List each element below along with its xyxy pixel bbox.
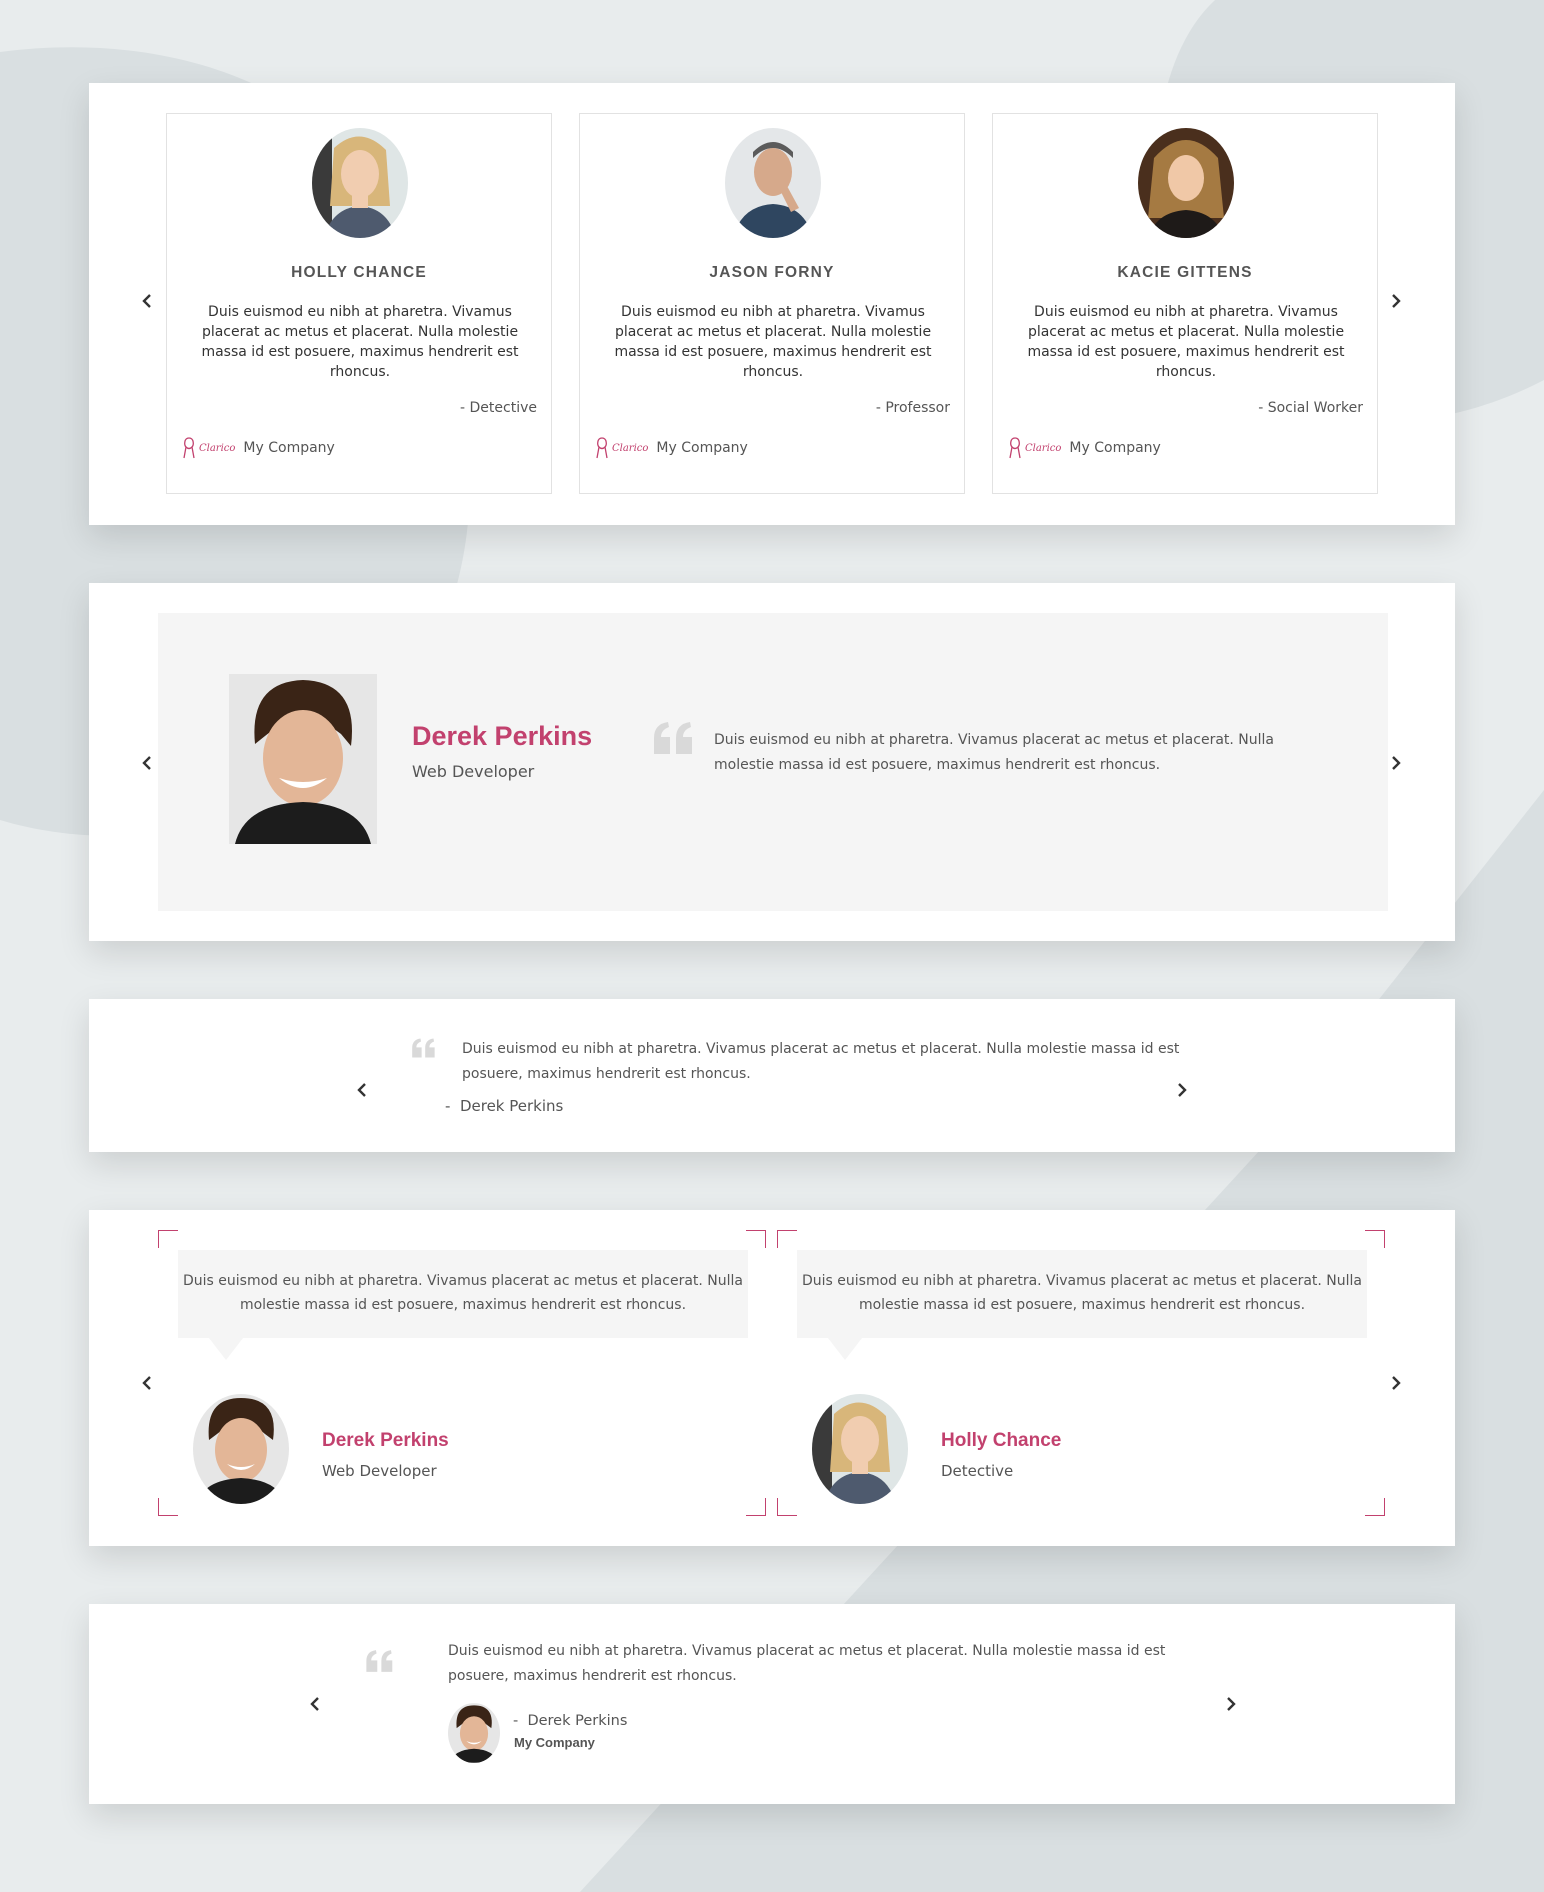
speech-bubble-tail <box>828 1338 862 1360</box>
compact-testimonial-carousel: Duis euismod eu nibh at pharetra. Vivamu… <box>89 1604 1455 1804</box>
testimonial-author: - Derek Perkins <box>445 1097 564 1115</box>
avatar <box>193 1394 289 1504</box>
company-line: Clarico My Company <box>181 436 335 460</box>
testimonial-text: Duis euismod eu nibh at pharetra. Vivamu… <box>714 732 1274 773</box>
carousel-prev-button[interactable] <box>135 1371 159 1395</box>
carousel-next-button[interactable] <box>1384 1371 1408 1395</box>
corner-decoration <box>1365 1498 1385 1516</box>
woman-icon <box>596 437 608 459</box>
company-line: Clarico My Company <box>1007 436 1161 460</box>
testimonial-card: KACIE GITTENS Duis euismod eu nibh at ph… <box>992 113 1378 494</box>
speech-bubble-tail <box>209 1338 243 1360</box>
bubble-testimonial: Duis euismod eu nibh at pharetra. Vivamu… <box>158 1230 766 1516</box>
avatar <box>1138 128 1234 238</box>
chevron-right-icon <box>1392 294 1401 308</box>
testimonial-card: JASON FORNY Duis euismod eu nibh at phar… <box>579 113 965 494</box>
bubble-testimonial-carousel: Duis euismod eu nibh at pharetra. Vivamu… <box>89 1210 1455 1546</box>
chevron-right-icon <box>1227 1697 1236 1711</box>
woman-icon <box>183 437 195 459</box>
company-logo: Clarico <box>1007 436 1061 460</box>
avatar <box>448 1703 500 1763</box>
quote-icon <box>652 720 696 760</box>
testimonial-name: HOLLY CHANCE <box>291 264 427 281</box>
corner-decoration <box>1365 1230 1385 1248</box>
simple-testimonial-carousel: Duis euismod eu nibh at pharetra. Vivamu… <box>89 999 1455 1152</box>
company-name: My Company <box>243 440 335 456</box>
testimonial-role: - Detective <box>460 400 537 416</box>
avatar <box>725 128 821 238</box>
testimonial-cards-carousel: HOLLY CHANCE Duis euismod eu nibh at pha… <box>89 83 1455 525</box>
corner-decoration <box>777 1498 797 1516</box>
testimonial-text: Duis euismod eu nibh at pharetra. Vivamu… <box>201 304 519 380</box>
featured-testimonial-carousel: Derek Perkins Web Developer Duis euismod… <box>89 583 1455 941</box>
company-line: Clarico My Company <box>594 436 748 460</box>
chevron-left-icon <box>142 1376 151 1390</box>
testimonial-text: Duis euismod eu nibh at pharetra. Vivamu… <box>448 1643 1166 1684</box>
testimonial-role: Detective <box>941 1462 1014 1480</box>
testimonial-role: - Professor <box>875 400 950 416</box>
testimonial-name: Holly Chance <box>941 1430 1062 1451</box>
company-name: My Company <box>1069 440 1161 456</box>
testimonial-author: - Derek Perkins <box>513 1713 628 1729</box>
carousel-next-button[interactable] <box>1384 289 1408 313</box>
carousel-prev-button[interactable] <box>303 1692 327 1716</box>
featured-testimonial: Derek Perkins Web Developer Duis euismod… <box>158 613 1388 911</box>
testimonial-role: - Social Worker <box>1258 400 1363 416</box>
avatar <box>229 674 377 844</box>
avatar <box>812 1394 908 1504</box>
chevron-left-icon <box>142 756 151 770</box>
testimonial-text: Duis euismod eu nibh at pharetra. Vivamu… <box>462 1041 1180 1082</box>
carousel-prev-button[interactable] <box>135 289 159 313</box>
corner-decoration <box>158 1498 178 1516</box>
quote-icon <box>365 1648 395 1678</box>
testimonial-name: Derek Perkins <box>412 721 593 751</box>
testimonial-name: KACIE GITTENS <box>1117 264 1253 281</box>
testimonial-name: Derek Perkins <box>322 1430 449 1451</box>
testimonial-text: Duis euismod eu nibh at pharetra. Vivamu… <box>614 304 932 380</box>
company-name: My Company <box>514 1735 595 1750</box>
carousel-prev-button[interactable] <box>135 751 159 775</box>
testimonial-role: Web Developer <box>412 762 535 781</box>
testimonial-name: JASON FORNY <box>709 264 835 281</box>
company-name: My Company <box>656 440 748 456</box>
carousel-prev-button[interactable] <box>350 1078 374 1102</box>
speech-bubble: Duis euismod eu nibh at pharetra. Vivamu… <box>797 1250 1367 1338</box>
bubble-testimonial: Duis euismod eu nibh at pharetra. Vivamu… <box>777 1230 1385 1516</box>
chevron-right-icon <box>1392 756 1401 770</box>
chevron-right-icon <box>1392 1376 1401 1390</box>
corner-decoration <box>777 1230 797 1248</box>
testimonial-text: Duis euismod eu nibh at pharetra. Vivamu… <box>1027 304 1345 380</box>
woman-icon <box>1009 437 1021 459</box>
speech-bubble: Duis euismod eu nibh at pharetra. Vivamu… <box>178 1250 748 1338</box>
chevron-left-icon <box>357 1083 366 1097</box>
carousel-next-button[interactable] <box>1219 1692 1243 1716</box>
chevron-left-icon <box>142 294 151 308</box>
testimonial-card: HOLLY CHANCE Duis euismod eu nibh at pha… <box>166 113 552 494</box>
chevron-left-icon <box>310 1697 319 1711</box>
corner-decoration <box>746 1498 766 1516</box>
avatar <box>312 128 408 238</box>
testimonial-role: Web Developer <box>322 1462 437 1480</box>
corner-decoration <box>746 1230 766 1248</box>
corner-decoration <box>158 1230 178 1248</box>
company-logo: Clarico <box>181 436 235 460</box>
company-logo: Clarico <box>594 436 648 460</box>
quote-icon <box>411 1037 437 1063</box>
